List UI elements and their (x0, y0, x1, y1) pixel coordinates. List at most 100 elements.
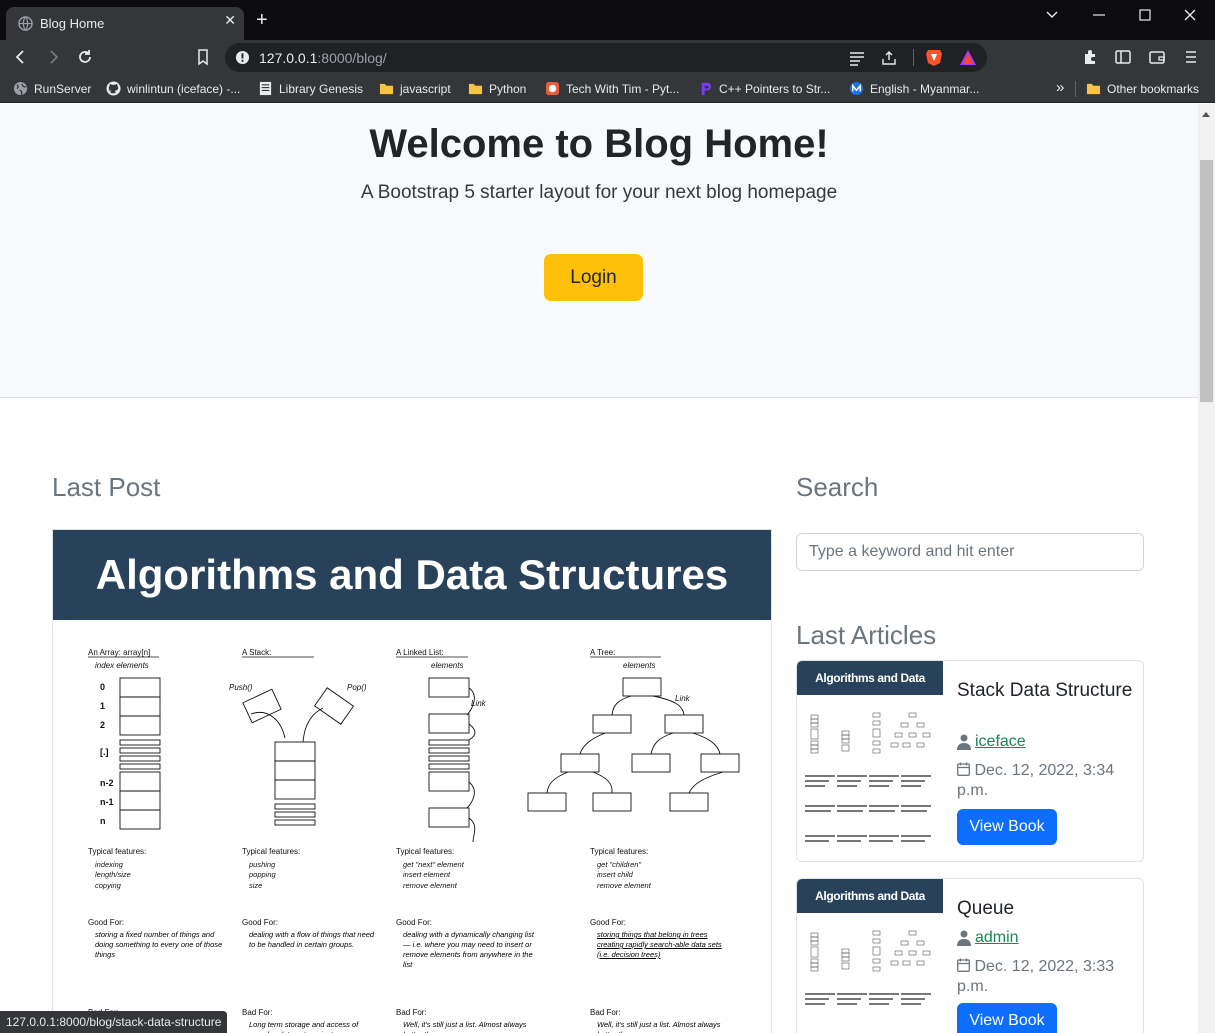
thumbnail-diagram (805, 712, 931, 842)
bookmarks-bar: RunServer winlintun (iceface) -... Libra… (0, 75, 1215, 103)
reader-mode-icon[interactable] (849, 50, 865, 66)
page-scrollbar[interactable] (1198, 104, 1215, 1033)
article-title[interactable]: Stack Data Structure (957, 679, 1137, 703)
bookmark-label: Other bookmarks (1107, 81, 1200, 96)
brave-rewards-icon[interactable] (959, 49, 977, 66)
array-index: [.] (100, 747, 109, 757)
new-tab-button[interactable]: + (256, 10, 268, 30)
article-thumbnail[interactable]: Algorithms and Data Structures (797, 661, 943, 861)
bookmark-tech-with-tim[interactable]: Tech With Tim - Pyt... (545, 81, 679, 96)
date-text: Dec. 12, 2022, 3:33 p.m. (957, 958, 1115, 995)
bookmark-cpp-pointers[interactable]: C++ Pointers to Str... (698, 81, 830, 96)
youtube-icon (545, 81, 560, 96)
hero-section: Welcome to Blog Home! A Bootstrap 5 star… (0, 104, 1198, 398)
bookmark-runserver[interactable]: RunServer (13, 81, 91, 96)
reload-icon[interactable] (76, 48, 94, 66)
github-icon (106, 81, 121, 96)
last-post-heading: Last Post (52, 472, 161, 502)
array-header: index elements (95, 661, 149, 670)
bookmark-python[interactable]: Python (468, 81, 526, 96)
bookmark-library-genesis[interactable]: Library Genesis (258, 81, 363, 96)
author-link[interactable]: admin (975, 929, 1019, 947)
thumbnail-banner: Algorithms and Data Structures (797, 879, 943, 937)
feature-item: copying (95, 881, 122, 890)
array-index: 0 (100, 682, 105, 692)
good-for-text: storing things that belong in trees crea… (597, 930, 722, 959)
typical-features-label: Typical features: (88, 847, 146, 856)
bookmark-english-myanmar[interactable]: English - Myanmar... (849, 81, 979, 96)
featured-post-image[interactable]: Algorithms and Data Structures An Array:… (52, 529, 772, 1033)
pop-label: Pop() (347, 683, 367, 692)
bad-for-text: Long term storage and access of complex … (249, 1020, 359, 1033)
address-bar[interactable]: 127.0.0.1:8000/blog/ (225, 43, 987, 72)
article-thumbnail[interactable]: Algorithms and Data Structures (797, 879, 943, 1033)
tab-close-icon[interactable]: ✕ (224, 12, 236, 29)
back-icon[interactable] (12, 48, 30, 66)
maximize-icon[interactable] (1138, 8, 1152, 22)
array-index: n-2 (100, 778, 114, 788)
login-button[interactable]: Login (544, 254, 643, 301)
bookmark-other[interactable]: Other bookmarks (1086, 81, 1199, 96)
tree-link-label: Link (675, 694, 691, 703)
book-icon (259, 81, 272, 96)
tree-header: elements (623, 661, 655, 670)
typical-features-label: Typical features: (242, 847, 300, 856)
article-title[interactable]: Queue (957, 897, 1137, 921)
thumbnail-banner: Algorithms and Data Structures (797, 661, 943, 719)
good-for-label: Good For: (242, 918, 278, 927)
forward-icon[interactable] (44, 48, 62, 66)
typical-features-label: Typical features: (590, 847, 648, 856)
tab-bar: Blog Home ✕ + (0, 0, 1215, 40)
page-viewport: Welcome to Blog Home! A Bootstrap 5 star… (0, 104, 1198, 1033)
bookmarks-overflow-button[interactable]: » (1056, 79, 1064, 96)
scrollbar-thumb[interactable] (1200, 160, 1213, 402)
author-link[interactable]: iceface (975, 733, 1026, 751)
bookmark-icon[interactable] (194, 48, 212, 66)
folder-icon (379, 83, 394, 95)
good-for-list: dealing with a dynamically changing list… (403, 930, 534, 969)
bookmark-javascript[interactable]: javascript (379, 81, 451, 96)
good-for-label: Good For: (396, 918, 432, 927)
bad-for-stack: Long term storage and access of complex … (249, 1020, 359, 1033)
article-date: Dec. 12, 2022, 3:34 p.m. (957, 761, 1137, 801)
good-for-text: dealing with a dynamically changing list… (403, 930, 534, 969)
info-icon[interactable] (235, 50, 250, 65)
url-path: :8000/blog/ (317, 50, 387, 66)
dictionary-icon (849, 81, 864, 96)
extensions-icon[interactable] (1082, 48, 1100, 66)
close-window-icon[interactable] (1183, 8, 1197, 22)
bad-for-label: Bad For: (590, 1008, 621, 1017)
wallet-icon[interactable] (1148, 48, 1166, 66)
bad-for-label: Bad For: (396, 1008, 427, 1017)
browser-toolbar: 127.0.0.1:8000/blog/ (0, 40, 1215, 75)
calendar-icon (957, 762, 970, 776)
list-header: elements (431, 661, 463, 670)
bookmark-github[interactable]: winlintun (iceface) -... (106, 81, 240, 96)
bookmark-label: Python (489, 81, 527, 96)
good-for-text: dealing with a flow of things that need … (249, 930, 374, 949)
date-text: Dec. 12, 2022, 3:34 p.m. (957, 762, 1115, 799)
bookmark-label: winlintun (iceface) -... (127, 81, 241, 96)
feature-item: insert element (403, 870, 451, 879)
typical-features-label: Typical features: (396, 847, 454, 856)
tab-search-icon[interactable] (1045, 8, 1059, 22)
good-for-array: storing a fixed number of things and doi… (95, 930, 223, 959)
data-structures-diagram: An Array: array[n] A Stack: A Linked Lis… (88, 648, 740, 1033)
tab-blog-home[interactable]: Blog Home ✕ (6, 7, 244, 40)
view-book-button[interactable]: View Book (957, 809, 1057, 845)
search-input[interactable] (796, 533, 1144, 571)
menu-icon[interactable] (1182, 48, 1200, 66)
bookmark-label: Library Genesis (279, 81, 364, 96)
url-text: 127.0.0.1:8000/blog/ (259, 50, 387, 66)
view-book-button[interactable]: View Book (957, 1003, 1057, 1033)
brave-shield-icon[interactable] (925, 48, 943, 67)
minimize-icon[interactable] (1092, 8, 1106, 22)
array-index: n (100, 816, 106, 826)
sidebar-icon[interactable] (1114, 48, 1132, 66)
bad-for-tree: Well, it's still just a list. Almost alw… (597, 1020, 721, 1033)
scroll-up-icon[interactable] (1202, 112, 1210, 117)
divider (913, 49, 914, 66)
folder-icon (1086, 83, 1101, 95)
share-icon[interactable] (881, 50, 897, 66)
array-index: 1 (100, 701, 105, 711)
